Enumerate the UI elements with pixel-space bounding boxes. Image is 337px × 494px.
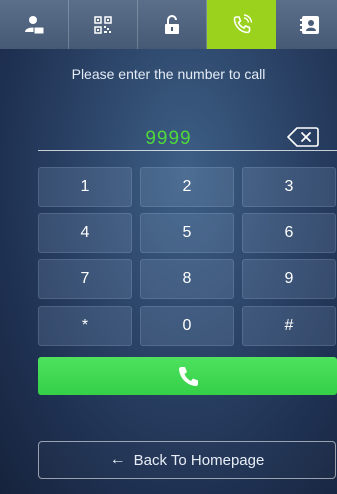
key-4[interactable]: 4 (38, 213, 132, 253)
tab-user[interactable] (0, 0, 69, 49)
qr-code-icon (94, 15, 112, 34)
call-prompt: Please enter the number to call (71, 66, 266, 82)
tab-qr-code[interactable] (69, 0, 138, 49)
backspace-button[interactable] (287, 126, 319, 148)
number-input-underline (38, 150, 337, 151)
call-button[interactable] (38, 357, 337, 395)
tab-call[interactable] (207, 0, 276, 49)
back-arrow-icon: ← (109, 451, 126, 468)
tab-unlock[interactable] (138, 0, 207, 49)
key-7[interactable]: 7 (38, 259, 132, 299)
phone-icon (178, 367, 198, 386)
top-tab-bar (0, 0, 337, 49)
key-9[interactable]: 9 (242, 259, 336, 299)
key-8[interactable]: 8 (140, 259, 234, 299)
number-input[interactable]: 9999 (38, 128, 299, 150)
key-1[interactable]: 1 (38, 167, 132, 207)
unlock-icon (165, 14, 179, 34)
key-3[interactable]: 3 (242, 167, 336, 207)
back-to-homepage-button[interactable]: ← Back To Homepage (38, 441, 336, 479)
user-card-icon (25, 15, 45, 34)
key-5[interactable]: 5 (140, 213, 234, 253)
back-button-label: Back To Homepage (133, 451, 265, 469)
key-0[interactable]: 0 (140, 306, 234, 346)
key-hash[interactable]: # (242, 306, 336, 346)
contact-card-icon (300, 15, 319, 34)
key-2[interactable]: 2 (140, 167, 234, 207)
key-6[interactable]: 6 (242, 213, 336, 253)
key-star[interactable]: * (38, 306, 132, 346)
tab-contacts[interactable] (276, 0, 337, 49)
phone-call-icon (233, 13, 252, 33)
backspace-icon (287, 127, 319, 147)
